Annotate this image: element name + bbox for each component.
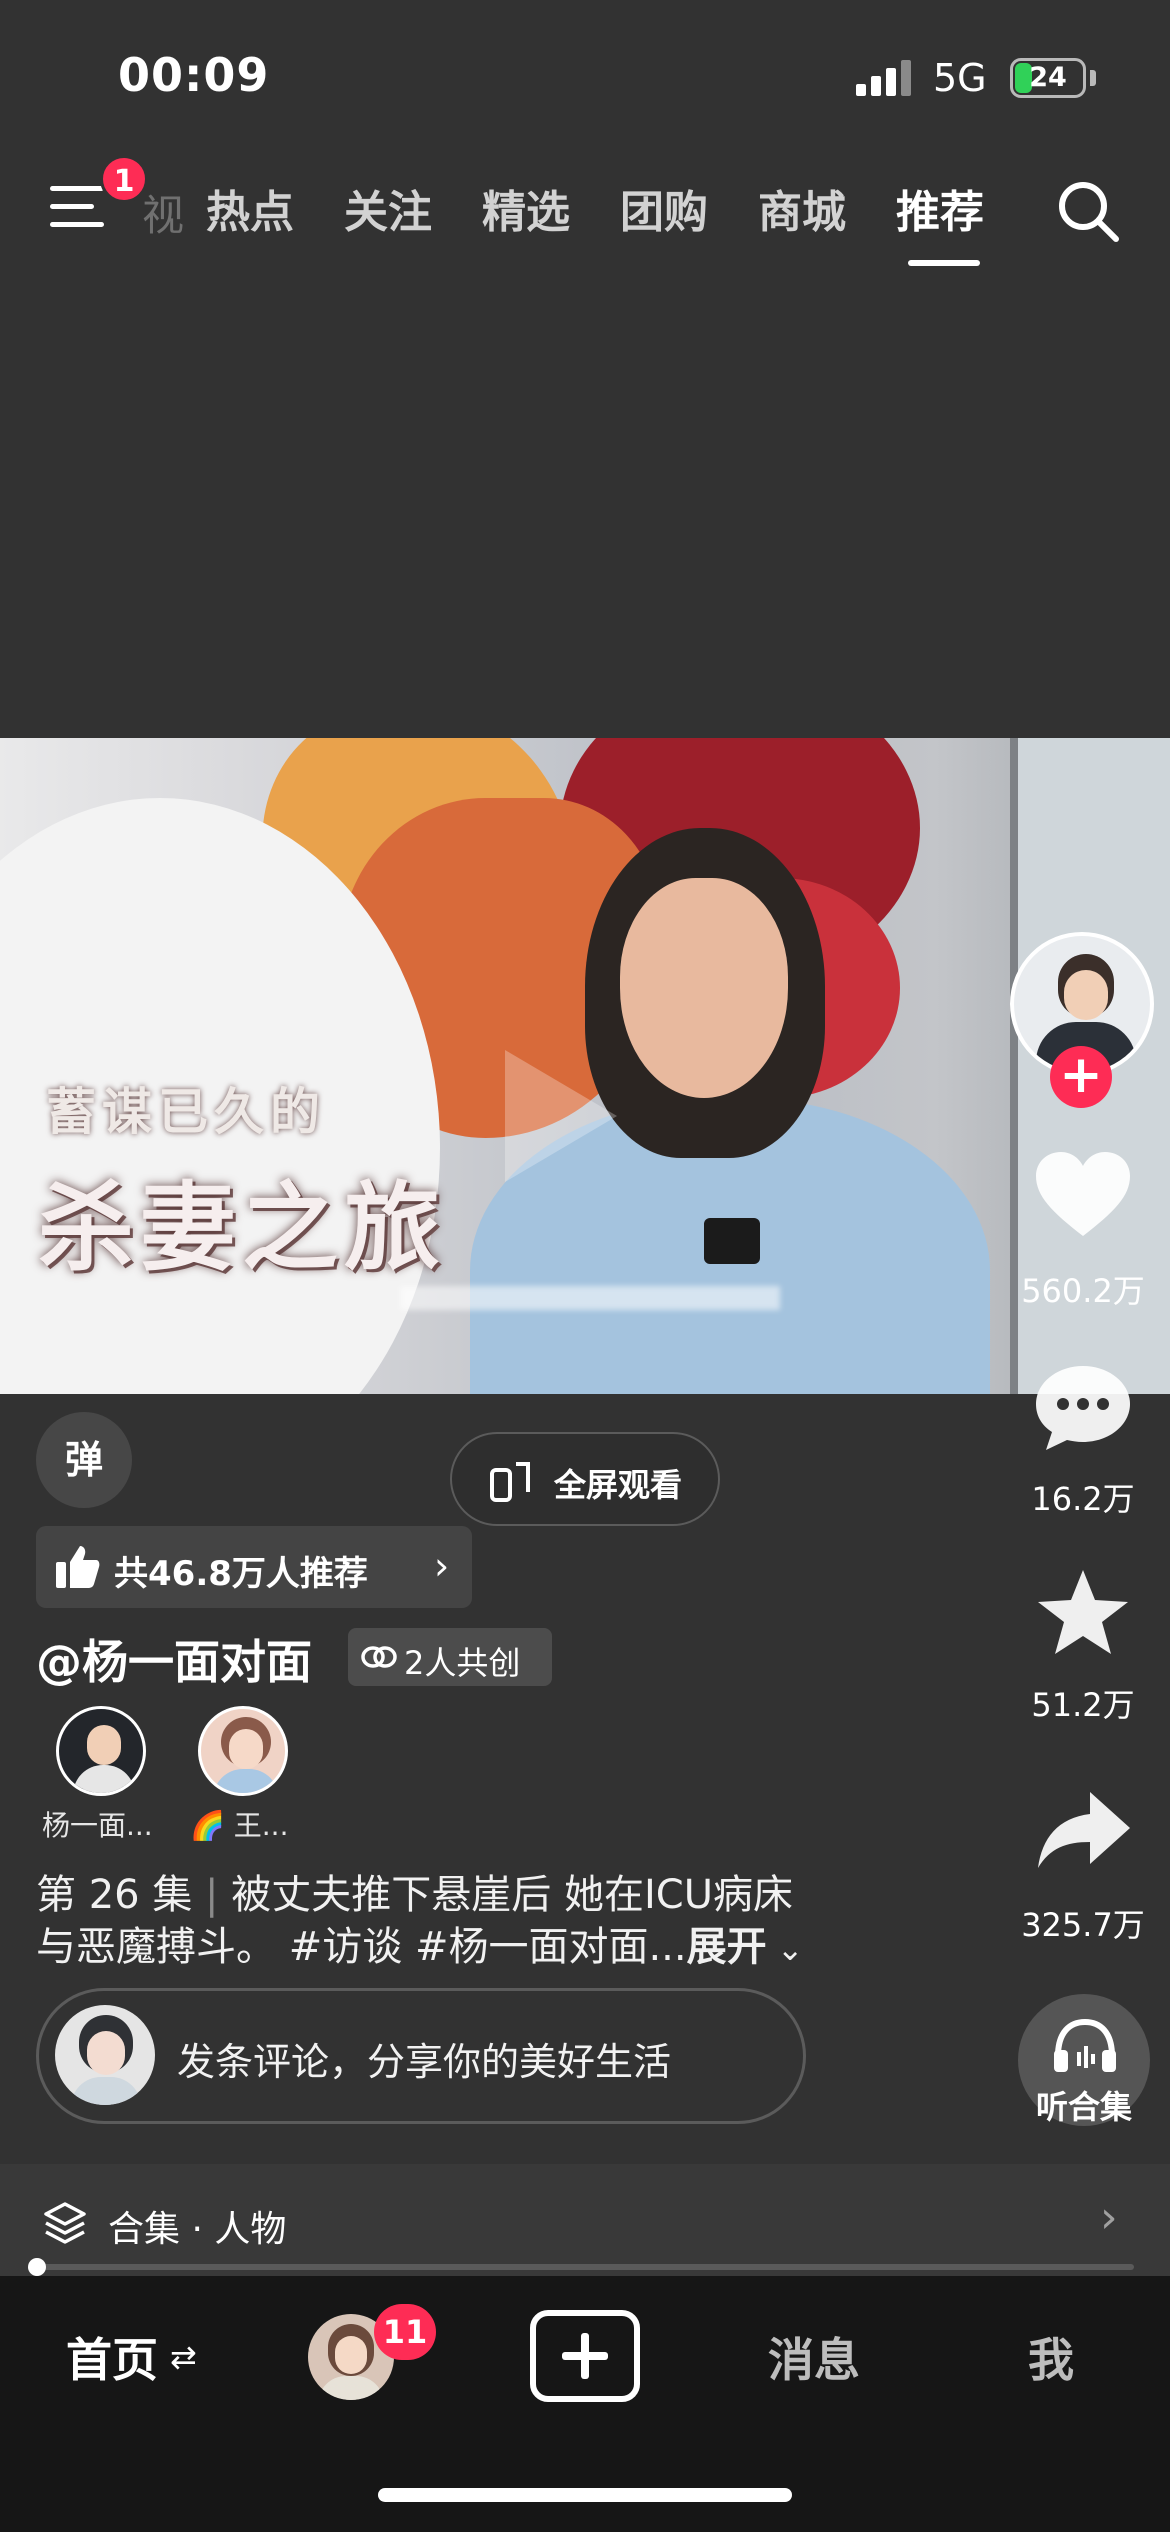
chevron-right-icon: › [434, 1544, 450, 1588]
active-tab-underline [908, 260, 980, 266]
cocreate-pill[interactable]: 2人共创 [348, 1628, 552, 1686]
video-overlay-subtitle: 蓄谋已久的 [46, 1082, 326, 1141]
author-name[interactable]: @杨一面对面 [36, 1626, 312, 1692]
menu-badge: 1 [100, 155, 148, 203]
description-text-1: 被丈夫推下悬崖后 她在ICU病床 [231, 1872, 793, 1918]
create-button[interactable] [530, 2310, 640, 2402]
share-count: 325.7万 [1021, 1906, 1145, 1944]
battery-cap [1090, 70, 1096, 86]
battery-percent: 24 [1029, 62, 1067, 93]
network-type: 5G [933, 56, 987, 100]
rotate-screen-icon [490, 1462, 530, 1502]
follow-button[interactable]: + [1050, 1046, 1112, 1108]
tab-partial[interactable]: 视 [142, 182, 184, 243]
expand-button[interactable]: 展开 [687, 1924, 767, 1970]
favorite-count: 51.2万 [1031, 1686, 1135, 1724]
fullscreen-label: 全屏观看 [554, 1466, 683, 1504]
thumbs-up-icon [56, 1546, 100, 1588]
share-arrow-icon[interactable] [1032, 1788, 1134, 1878]
co-creator-name-1: 杨一面... [42, 1809, 153, 1842]
collection-label: 合集 · 人物 [108, 2209, 287, 2250]
progress-knob[interactable] [28, 2258, 46, 2276]
description-text-2: 与恶魔搏斗。 #访谈 #杨一面对面... [36, 1924, 687, 1970]
like-heart-icon[interactable] [1032, 1150, 1134, 1240]
layers-icon [44, 2202, 86, 2244]
co-creator-name-2: 🌈 王... [190, 1809, 289, 1842]
tab-recommend[interactable]: 推荐 [896, 176, 984, 240]
tab-me[interactable]: 我 [1028, 2324, 1074, 2390]
battery-icon: 24 [1010, 58, 1086, 98]
comment-placeholder: 发条评论，分享你的美好生活 [177, 2040, 672, 2084]
user-avatar [55, 2005, 155, 2105]
description-line-1: 第 26 集 | 被丈夫推下悬崖后 她在ICU病床 [36, 1872, 793, 1918]
cellular-signal-icon [856, 60, 914, 96]
like-count: 560.2万 [1021, 1272, 1145, 1310]
chevron-down-icon: ⌄ [766, 1930, 804, 1968]
description-line-2: 与恶魔搏斗。 #访谈 #杨一面对面...展开 ⌄ [36, 1914, 804, 1972]
tab-featured[interactable]: 精选 [482, 176, 570, 240]
tab-group-buy[interactable]: 团购 [620, 176, 708, 240]
tab-mall[interactable]: 商城 [758, 176, 846, 240]
video-player[interactable]: 蓄谋已久的 杀妻之旅 [0, 738, 1170, 1394]
status-time: 00:09 [118, 48, 270, 102]
comment-icon[interactable] [1032, 1362, 1134, 1452]
play-icon [505, 1050, 617, 1182]
co-creator-avatar-1[interactable] [56, 1706, 146, 1796]
headphones-icon [1054, 2018, 1116, 2072]
video-progress-bar[interactable] [36, 2264, 1134, 2270]
recommend-count-pill[interactable]: 共46.8万人推荐 › [36, 1526, 472, 1608]
comment-input-bar[interactable]: 发条评论，分享你的美好生活 [36, 1988, 806, 2124]
cocreate-label: 2人共创 [404, 1644, 521, 1682]
link-rings-icon [361, 1646, 397, 1668]
chevron-right-icon: › [1100, 2192, 1118, 2243]
tab-messages[interactable]: 消息 [768, 2324, 860, 2390]
fullscreen-button[interactable]: 全屏观看 [450, 1432, 720, 1526]
recommend-count-text: 共46.8万人推荐 [114, 1554, 368, 1594]
co-creator-avatar-2[interactable] [198, 1706, 288, 1796]
favorite-star-icon[interactable] [1032, 1568, 1134, 1658]
friends-badge: 11 [374, 2304, 436, 2360]
danmaku-toggle-button[interactable]: 弹 [36, 1412, 132, 1508]
home-indicator [378, 2488, 792, 2502]
video-overlay-title: 杀妻之旅 [38, 1171, 446, 1284]
comment-count: 16.2万 [1031, 1480, 1135, 1518]
listen-collection-label: 听合集 [1035, 2088, 1132, 2126]
episode-label: 第 26 集 [36, 1872, 193, 1918]
search-icon[interactable] [1055, 178, 1121, 244]
tab-home[interactable]: 首页 [66, 2324, 158, 2390]
tab-hot[interactable]: 热点 [206, 176, 294, 240]
tab-following[interactable]: 关注 [344, 176, 432, 240]
swap-icon: ⇄ [170, 2338, 197, 2376]
